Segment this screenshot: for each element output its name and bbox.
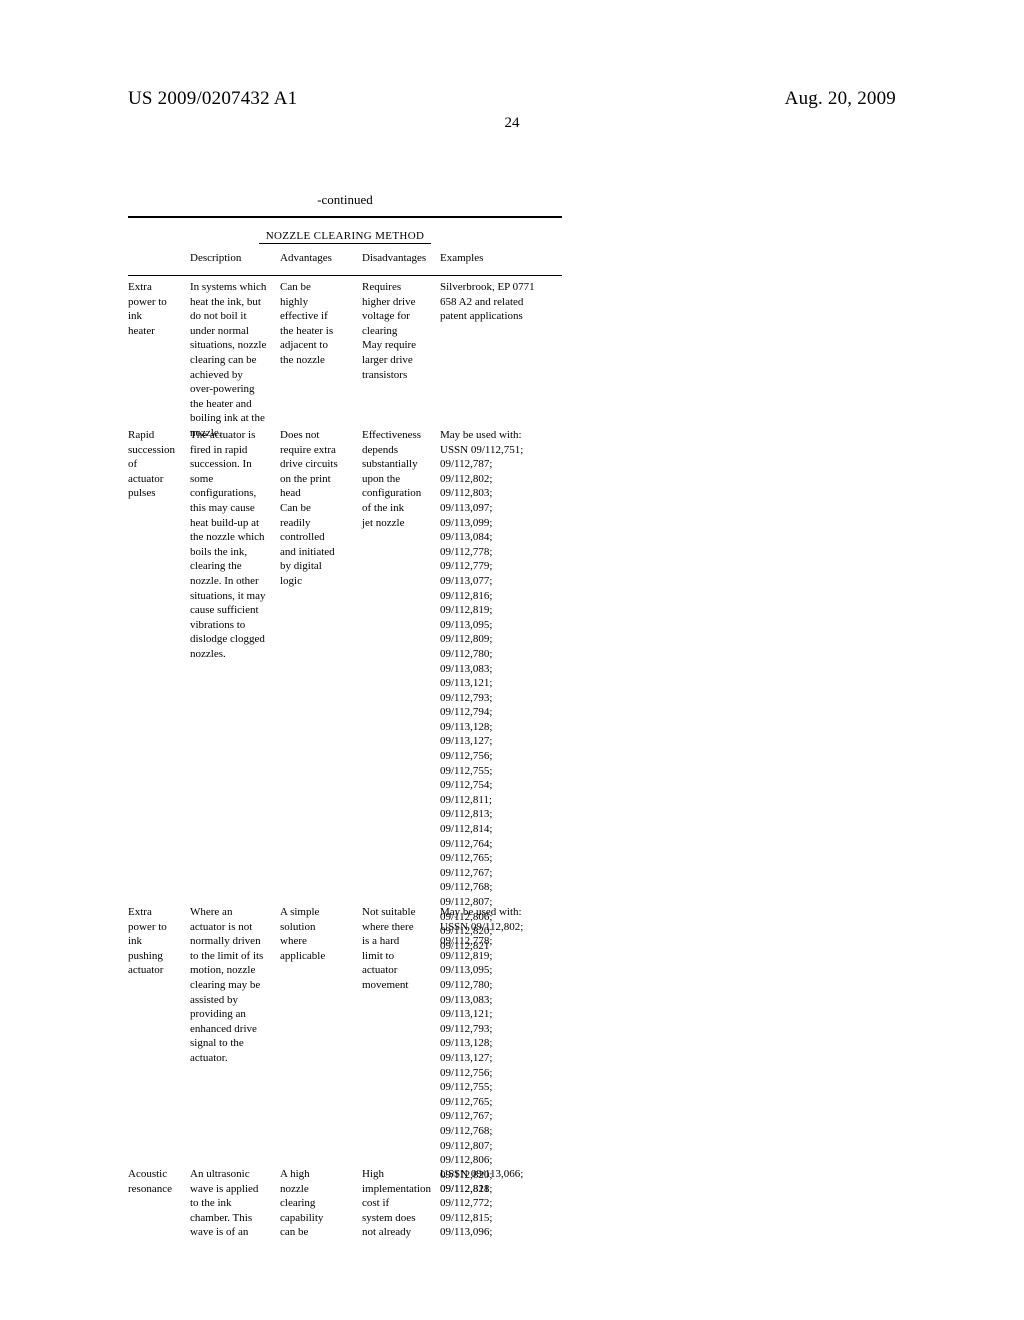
cell-examples: May be used with: USSN 09/112,802; 09/11… [440, 906, 524, 1196]
nozzle-clearing-method-table: -continued NOZZLE CLEARING METHOD Descri… [128, 192, 562, 1249]
cell-advantages: Does not require extra drive circuits on… [280, 429, 338, 587]
cell-description: The actuator is fired in rapid successio… [190, 429, 266, 660]
cell-disadvantages: Requires higher drive voltage for cleari… [362, 281, 417, 381]
cell-examples: Silverbrook, EP 0771 658 A2 and related … [440, 281, 535, 323]
column-header-advantages: Advantages [280, 252, 332, 264]
table-header-rule [128, 275, 562, 276]
cell-advantages: Can be highly effective if the heater is… [280, 281, 334, 366]
cell-method: Rapid succession of actuator pulses [128, 429, 176, 500]
table-row: Rapid succession of actuator pulses The … [128, 428, 562, 952]
continued-label: -continued [317, 192, 373, 207]
table-row: Extra power to ink heater In systems whi… [128, 280, 562, 439]
table-row: Extra power to ink pushing actuator Wher… [128, 905, 562, 1195]
cell-examples: USSN 09/113,066; 09/112,818; 09/112,772;… [440, 1168, 524, 1239]
column-header-examples: Examples [440, 252, 484, 264]
cell-description: An ultrasonic wave is applied to the ink… [190, 1168, 259, 1239]
cell-advantages: A high nozzle clearing capability can be [280, 1168, 324, 1239]
publication-number: US 2009/0207432 A1 [128, 88, 298, 109]
cell-description: In systems which heat the ink, but do no… [190, 281, 267, 439]
publication-date: Aug. 20, 2009 [784, 88, 896, 109]
table-column-headers: Description Advantages Disadvantages Exa… [128, 252, 562, 271]
table-body: Extra power to ink heater In systems whi… [128, 280, 562, 1249]
cell-disadvantages: Effectiveness depends substantially upon… [362, 429, 422, 529]
cell-examples: May be used with: USSN 09/112,751; 09/11… [440, 429, 524, 952]
table-row: Acoustic resonance An ultrasonic wave is… [128, 1167, 562, 1249]
cell-advantages: A simple solution where applicable [280, 906, 326, 962]
running-head: US 2009/0207432 A1 Aug. 20, 2009 [128, 88, 896, 110]
cell-method: Acoustic resonance [128, 1168, 172, 1195]
cell-description: Where an actuator is not normally driven… [190, 906, 264, 1064]
cell-disadvantages: High implementation cost if system does … [362, 1168, 432, 1239]
cell-disadvantages: Not suitable where there is a hard limit… [362, 906, 416, 991]
column-header-description: Description [190, 252, 242, 264]
table-group-title-row: NOZZLE CLEARING METHOD [128, 218, 562, 249]
patent-page: US 2009/0207432 A1 Aug. 20, 2009 24 -con… [0, 0, 1024, 1320]
page-number: 24 [504, 115, 520, 131]
cell-method: Extra power to ink pushing actuator [128, 906, 167, 977]
cell-method: Extra power to ink heater [128, 281, 167, 337]
column-header-disadvantages: Disadvantages [362, 252, 427, 264]
table-group-title: NOZZLE CLEARING METHOD [258, 230, 432, 244]
